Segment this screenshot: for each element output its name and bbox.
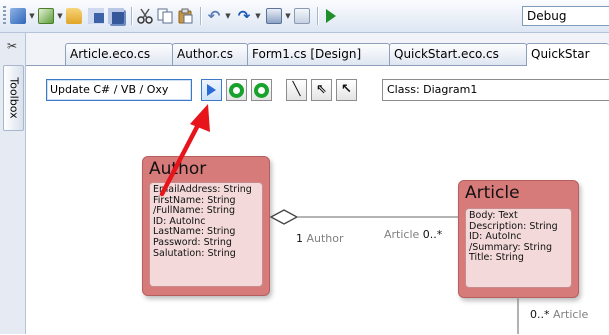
property-item[interactable]: Body: Text: [469, 210, 568, 222]
line-icon: ╲: [292, 82, 301, 97]
tab-article-eco-cs[interactable]: Article.eco.cs: [65, 43, 173, 65]
generalization-icon: ↖: [341, 82, 352, 97]
folder-open-icon: [66, 8, 82, 24]
solution-configuration-select[interactable]: Debug: [522, 6, 609, 26]
article-end-multiplicity: 0..*: [422, 228, 443, 241]
add-package-button[interactable]: [251, 79, 272, 101]
new-project-dropdown[interactable]: ▼: [56, 6, 64, 26]
navigate-backward-dropdown[interactable]: ▼: [284, 6, 292, 26]
save-icon: [88, 8, 104, 24]
green-circle-icon: [229, 82, 244, 98]
property-item[interactable]: Salutation: String: [153, 248, 259, 260]
navigate-backward-button[interactable]: [266, 6, 282, 26]
lower-association-role: Article: [553, 308, 589, 321]
class-selector-value: Class: Diagram1: [387, 83, 478, 96]
toolbox-strip: ✂ Toolbox: [0, 33, 26, 334]
toolbar-separator: [317, 7, 318, 25]
author-class-shape[interactable]: Author EmailAddress: String FirstName: S…: [142, 156, 270, 296]
select-tool-button[interactable]: ⇖: [311, 79, 332, 101]
association-tool-button[interactable]: ╲: [286, 79, 307, 101]
configuration-value: Debug: [527, 9, 567, 23]
author-end-label: 1 Author: [296, 232, 344, 245]
author-end-role: Author: [306, 232, 344, 245]
tab-label: Form1.cs [Design]: [252, 47, 362, 61]
main-toolbar: ▼ ▼ ↶ ▼ ↷ ▼ ▼ Debug: [0, 0, 609, 33]
author-properties: EmailAddress: String FirstName: String /…: [149, 182, 263, 287]
copy-button[interactable]: [157, 6, 173, 26]
toolbox-label: Toolbox: [7, 77, 20, 119]
author-end-multiplicity: 1: [296, 232, 303, 245]
copy-icon: [157, 8, 173, 24]
open-file-button[interactable]: [66, 6, 82, 26]
tab-quickstart-eco-cs[interactable]: QuickStart.eco.cs: [389, 43, 527, 65]
property-item[interactable]: Title: String: [469, 253, 568, 264]
add-class-button[interactable]: [226, 79, 247, 101]
tab-author-cs[interactable]: Author.cs: [172, 43, 248, 65]
article-end-label: Article 0..*: [384, 228, 442, 241]
tab-form1-design[interactable]: Form1.cs [Design]: [247, 43, 390, 65]
toolbox-tab[interactable]: Toolbox: [3, 65, 24, 131]
start-debugging-button[interactable]: [323, 6, 339, 26]
tab-quickstart-diagram[interactable]: QuickStar: [526, 43, 609, 66]
navigate-icon: [266, 8, 282, 24]
class-selector[interactable]: Class: Diagram1: [382, 79, 609, 101]
save-button[interactable]: [88, 6, 104, 26]
toolbar-separator: [131, 7, 132, 25]
undo-button[interactable]: ↶: [206, 6, 222, 26]
property-item[interactable]: EmailAddress: String: [153, 184, 259, 196]
cut-button[interactable]: [137, 6, 153, 26]
new-project-button[interactable]: [38, 6, 54, 26]
lower-association-multiplicity: 0..*: [530, 308, 550, 321]
green-circle-icon: [254, 82, 269, 98]
document-tab-bar: Article.eco.cs Author.cs Form1.cs [Desig…: [26, 33, 609, 66]
tab-label: Author.cs: [177, 47, 233, 61]
update-code-label: Update C# / VB / Oxy: [50, 83, 169, 96]
add-item-button[interactable]: [10, 6, 26, 26]
play-icon: [326, 9, 336, 23]
paste-button[interactable]: [177, 6, 193, 26]
pointer-icon: ⇖: [316, 82, 327, 97]
tab-label: QuickStar: [531, 47, 590, 61]
scissors-icon: [137, 8, 153, 24]
new-project-icon: [38, 8, 54, 24]
article-class-shape[interactable]: Article Body: Text Description: String I…: [458, 180, 579, 298]
toolbar-separator: [200, 7, 201, 25]
designer-toolbar: Update C# / VB / Oxy ╲ ⇖ ↖ Class: Diagra…: [46, 79, 609, 101]
redo-icon: ↷: [237, 7, 251, 25]
update-code-button[interactable]: Update C# / VB / Oxy: [46, 79, 192, 101]
run-update-button[interactable]: [201, 79, 222, 101]
article-class-name: Article: [465, 183, 520, 203]
navigate-forward-icon: [294, 8, 310, 24]
toolbox-tool-icon[interactable]: ✂: [5, 39, 19, 53]
lower-association-label: 0..* Article: [530, 308, 588, 321]
inheritance-tool-button[interactable]: ↖: [336, 79, 357, 101]
tab-label: Article.eco.cs: [70, 47, 151, 61]
toolbar-grip[interactable]: [3, 6, 6, 26]
undo-icon: ↶: [207, 7, 221, 25]
add-item-icon: [10, 8, 26, 24]
redo-dropdown[interactable]: ▼: [254, 6, 262, 26]
article-end-role: Article: [384, 228, 420, 241]
play-icon: [207, 84, 216, 96]
author-class-name: Author: [149, 159, 207, 179]
diagram-designer[interactable]: Update C# / VB / Oxy ╲ ⇖ ↖ Class: Diagra…: [26, 65, 609, 335]
paste-icon: [178, 8, 193, 24]
save-all-button[interactable]: [108, 6, 124, 26]
undo-dropdown[interactable]: ▼: [224, 6, 232, 26]
add-item-dropdown[interactable]: ▼: [28, 6, 36, 26]
redo-button[interactable]: ↷: [236, 6, 252, 26]
navigate-forward-button[interactable]: [294, 6, 310, 26]
tab-label: QuickStart.eco.cs: [394, 47, 499, 61]
save-all-icon: [108, 8, 124, 24]
article-properties: Body: Text Description: String ID: AutoI…: [465, 208, 572, 288]
property-item[interactable]: Password: String: [153, 237, 259, 249]
